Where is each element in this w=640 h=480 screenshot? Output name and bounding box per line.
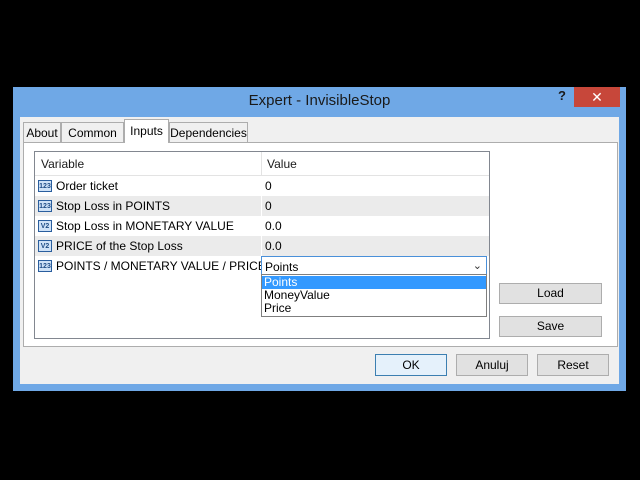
tab-dependencies[interactable]: Dependencies — [169, 122, 248, 142]
save-button[interactable]: Save — [499, 316, 602, 337]
variable-name: PRICE of the Stop Loss — [56, 239, 183, 253]
grid-header: Variable Value — [35, 152, 489, 176]
reset-button[interactable]: Reset — [537, 354, 609, 376]
variable-value[interactable]: 0 — [265, 199, 272, 213]
mode-select-value: Points — [265, 260, 299, 274]
double-icon: V2 — [38, 240, 52, 252]
dialog-window: Expert - InvisibleStop ? ✕ About Common … — [13, 87, 626, 391]
load-button[interactable]: Load — [499, 283, 602, 304]
table-row[interactable]: 123 Stop Loss in POINTS 0 — [35, 196, 489, 216]
dropdown-option-moneyvalue[interactable]: MoneyValue — [262, 289, 486, 302]
cell-divider — [261, 196, 262, 216]
dialog-client: About Common Inputs Dependencies Variabl… — [20, 117, 619, 384]
cell-divider — [261, 216, 262, 236]
chevron-down-icon[interactable]: ⌄ — [473, 259, 482, 272]
header-value[interactable]: Value — [267, 157, 297, 171]
variable-value[interactable]: 0.0 — [265, 219, 282, 233]
mode-dropdown-list[interactable]: Points MoneyValue Price — [261, 274, 487, 317]
tab-inputs[interactable]: Inputs — [124, 119, 169, 143]
table-row[interactable]: V2 Stop Loss in MONETARY VALUE 0.0 — [35, 216, 489, 236]
title-bar[interactable]: Expert - InvisibleStop ? ✕ — [13, 87, 626, 117]
window-title: Expert - InvisibleStop — [248, 92, 391, 109]
header-variable[interactable]: Variable — [41, 157, 84, 171]
int-icon: 123 — [38, 200, 52, 212]
tab-about[interactable]: About — [23, 122, 61, 142]
int-icon: 123 — [38, 260, 52, 272]
column-divider[interactable] — [261, 152, 262, 175]
variable-name: Order ticket — [56, 179, 119, 193]
variable-value[interactable]: 0.0 — [265, 239, 282, 253]
tab-common[interactable]: Common — [61, 122, 124, 142]
variable-name: POINTS / MONETARY VALUE / PRICE — [56, 259, 266, 273]
double-icon: V2 — [38, 220, 52, 232]
cell-divider — [261, 236, 262, 256]
cell-divider — [261, 176, 262, 196]
variable-name: Stop Loss in MONETARY VALUE — [56, 219, 234, 233]
close-button[interactable]: ✕ — [574, 87, 620, 107]
table-row[interactable]: 123 Order ticket 0 — [35, 176, 489, 196]
variable-value[interactable]: 0 — [265, 179, 272, 193]
variable-name: Stop Loss in POINTS — [56, 199, 171, 213]
int-icon: 123 — [38, 180, 52, 192]
ok-button[interactable]: OK — [375, 354, 447, 376]
dropdown-option-price[interactable]: Price — [262, 302, 486, 315]
table-row[interactable]: V2 PRICE of the Stop Loss 0.0 — [35, 236, 489, 256]
table-row[interactable]: 123 POINTS / MONETARY VALUE / PRICE Poin… — [35, 256, 489, 277]
inputs-grid[interactable]: Variable Value 123 Order ticket 0 123 St… — [34, 151, 490, 339]
help-button[interactable]: ? — [553, 88, 571, 106]
cancel-button[interactable]: Anuluj — [456, 354, 528, 376]
